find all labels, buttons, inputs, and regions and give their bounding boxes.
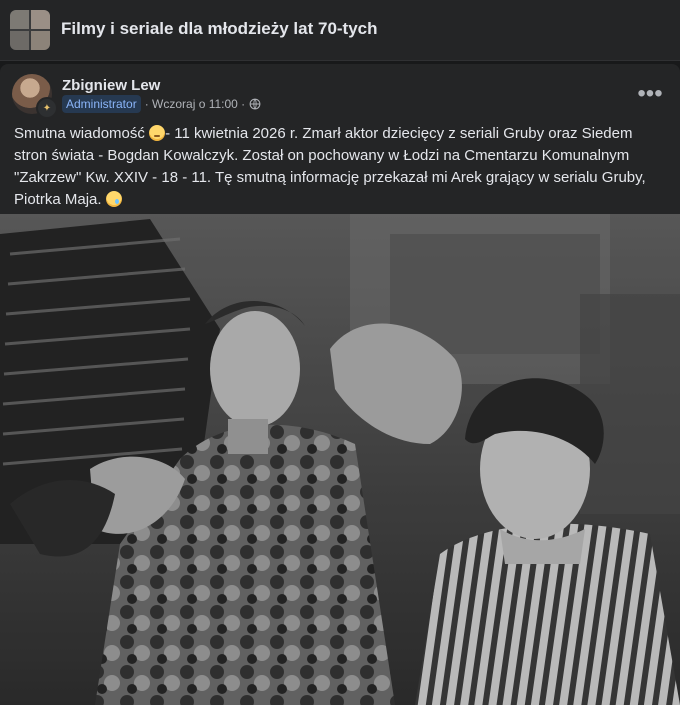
more-options-icon: ••• bbox=[637, 80, 663, 107]
post-photo[interactable] bbox=[0, 214, 680, 705]
group-header: Filmy i seriale dla młodzieży lat 70-tyc… bbox=[0, 0, 680, 60]
post-text: Smutna wiadomość - 11 kwietnia 2026 r. Z… bbox=[14, 123, 666, 211]
black-white-photo-illustration bbox=[0, 214, 680, 705]
post-text-part1: Smutna wiadomość bbox=[14, 125, 150, 142]
thumb-tile bbox=[31, 31, 50, 50]
post-meta: Administrator · Wczoraj o 11:00 · bbox=[62, 95, 261, 113]
administrator-badge: Administrator bbox=[62, 95, 141, 113]
sad-face-icon bbox=[149, 125, 166, 141]
thumb-tile bbox=[10, 10, 29, 29]
post-card: ✦ Zbigniew Lew Administrator · Wczoraj o… bbox=[0, 64, 680, 705]
admin-badge-icon: ✦ bbox=[36, 97, 58, 119]
post-time[interactable]: · Wczoraj o 11:00 · bbox=[145, 97, 245, 111]
crying-face-icon bbox=[105, 191, 122, 207]
more-options-button[interactable]: ••• bbox=[632, 82, 668, 106]
group-thumbnail[interactable] bbox=[10, 10, 50, 50]
author-name[interactable]: Zbigniew Lew bbox=[62, 77, 160, 94]
globe-icon bbox=[249, 98, 261, 110]
thumb-tile bbox=[31, 10, 50, 29]
thumb-tile bbox=[10, 31, 29, 50]
group-title[interactable]: Filmy i seriale dla młodzieży lat 70-tyc… bbox=[61, 19, 378, 39]
